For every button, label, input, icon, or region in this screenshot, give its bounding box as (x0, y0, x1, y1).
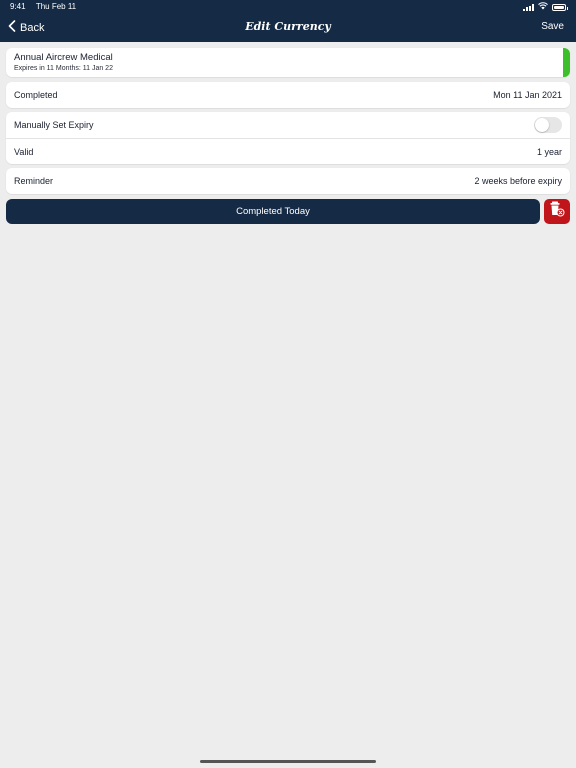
manual-expiry-row: Manually Set Expiry (6, 112, 570, 138)
back-button[interactable]: Back (8, 20, 44, 35)
toggle-knob (535, 118, 549, 132)
manual-expiry-toggle[interactable] (534, 117, 562, 133)
currency-expiry-text: Expires in 11 Months: 11 Jan 22 (14, 65, 113, 72)
completed-card[interactable]: Completed Mon 11 Jan 2021 (6, 82, 570, 108)
back-label: Back (20, 21, 45, 34)
wifi-icon (538, 2, 548, 12)
battery-icon (552, 3, 568, 11)
reminder-card[interactable]: Reminder 2 weeks before expiry (6, 168, 570, 194)
completed-date-value: Mon 11 Jan 2021 (493, 90, 562, 100)
status-bar-left: 9:41 Thu Feb 11 (10, 2, 76, 11)
manual-expiry-label: Manually Set Expiry (14, 120, 94, 130)
status-bar: 9:41 Thu Feb 11 (0, 0, 576, 14)
currency-name: Annual Aircrew Medical (14, 52, 113, 63)
page-title: Edit Currency (245, 20, 331, 33)
completed-row[interactable]: Completed Mon 11 Jan 2021 (6, 82, 570, 108)
expiry-settings-card: Manually Set Expiry Valid 1 year (6, 112, 570, 164)
trash-icon (548, 200, 566, 223)
save-button[interactable]: Save (541, 21, 564, 32)
home-indicator (200, 760, 376, 763)
currency-header-card[interactable]: Annual Aircrew Medical Expires in 11 Mon… (6, 48, 570, 77)
reminder-row[interactable]: Reminder 2 weeks before expiry (6, 168, 570, 194)
status-bar-right (523, 2, 568, 12)
valid-value: 1 year (536, 146, 562, 157)
currency-status-indicator (563, 48, 570, 77)
navigation-bar: Back Edit Currency Save (0, 14, 576, 42)
valid-label: Valid (14, 146, 34, 157)
status-date: Thu Feb 11 (35, 2, 77, 11)
status-time: 9:41 (10, 2, 26, 11)
completed-label: Completed (14, 90, 58, 100)
reminder-value: 2 weeks before expiry (474, 176, 562, 186)
valid-row[interactable]: Valid 1 year (6, 138, 570, 164)
completed-today-button[interactable]: Completed Today (6, 199, 540, 224)
chevron-left-icon (8, 20, 16, 35)
delete-button[interactable] (544, 199, 570, 224)
reminder-label: Reminder (14, 176, 54, 186)
signal-icon (523, 3, 534, 11)
